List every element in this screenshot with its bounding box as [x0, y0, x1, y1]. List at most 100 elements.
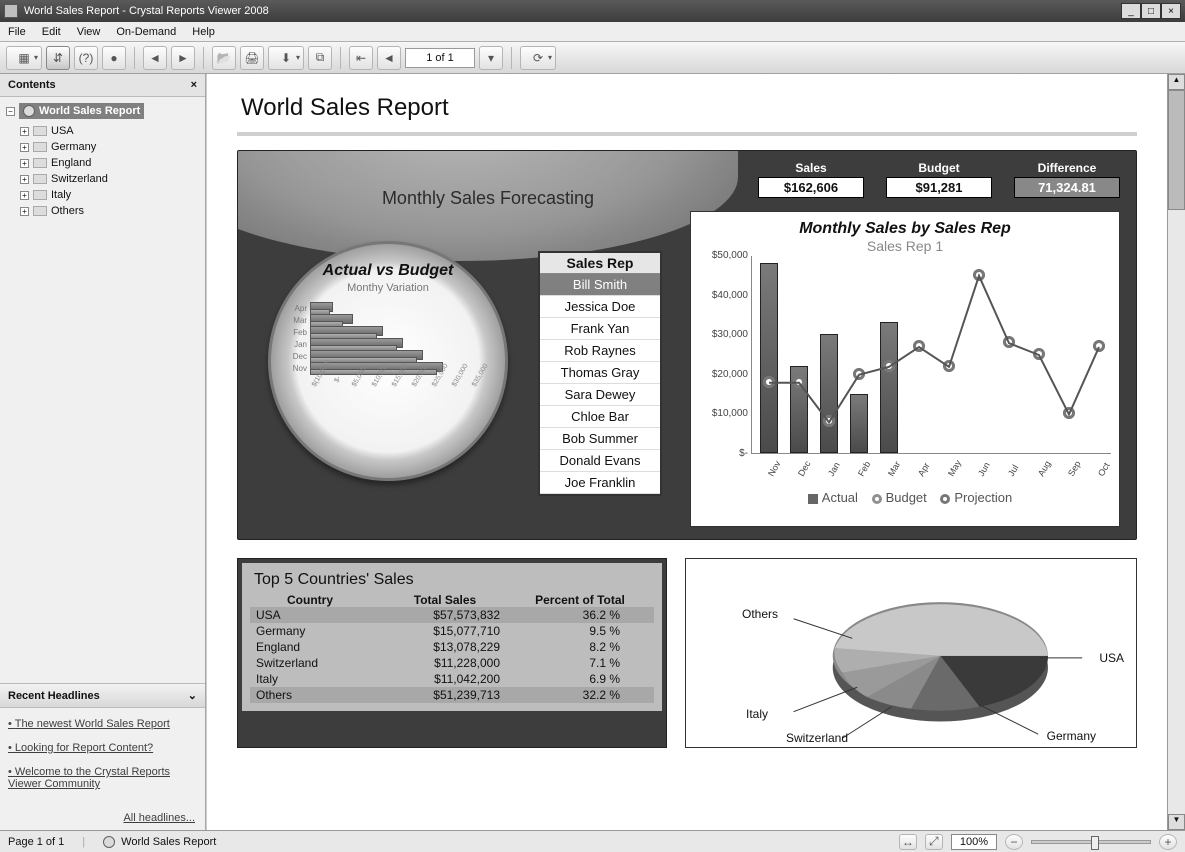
x-tick: Feb	[856, 460, 872, 478]
minimize-button[interactable]: _	[1121, 3, 1141, 19]
zoom-slider[interactable]	[1031, 840, 1151, 844]
toolbar-sep	[203, 47, 204, 69]
tool-page-dropdown[interactable]: ▾	[479, 46, 503, 70]
sales-rep-item[interactable]: Rob Raynes	[540, 340, 660, 362]
scroll-up-icon[interactable]: ▲	[1168, 74, 1185, 90]
expand-icon[interactable]: +	[20, 159, 29, 168]
flag-icon	[33, 126, 47, 136]
menu-file[interactable]: File	[0, 23, 34, 41]
tree-node[interactable]: +Germany	[20, 139, 199, 155]
menu-ondemand[interactable]: On-Demand	[108, 23, 184, 41]
table-row: Italy$11,042,2006.9 %	[250, 671, 654, 687]
close-button[interactable]: ×	[1161, 3, 1181, 19]
globe-icon	[23, 105, 35, 117]
tree-node[interactable]: +England	[20, 155, 199, 171]
tree-node[interactable]: + Switzerland	[20, 171, 199, 187]
kpi-diff-label: Difference	[1014, 161, 1120, 175]
flag-icon	[33, 142, 47, 152]
page-indicator[interactable]: 1 of 1	[405, 48, 475, 68]
zoom-out-button[interactable]: −	[1005, 834, 1023, 850]
sales-rep-item[interactable]: Frank Yan	[540, 318, 660, 340]
sales-rep-item[interactable]: Bob Summer	[540, 428, 660, 450]
tool-view-mode[interactable]: ▦	[6, 46, 42, 70]
legend-budget-swatch	[872, 494, 882, 504]
table-row: England$13,078,2298.2 %	[250, 639, 654, 655]
expand-icon[interactable]: +	[20, 207, 29, 216]
sales-rep-item[interactable]: Bill Smith	[540, 274, 660, 296]
sales-rep-header: Sales Rep	[540, 253, 660, 274]
tree-root[interactable]: World Sales Report	[19, 103, 144, 119]
toolbar: ▦ ⇵ (?) ● ◄ ► 📂 🖨 ⬇ ⧉ ⇤ ◄ 1 of 1 ▾ ⟳	[0, 42, 1185, 74]
tool-record[interactable]: ●	[102, 46, 126, 70]
chart-title: Monthly Sales by Sales Rep	[699, 220, 1111, 238]
zoom-in-button[interactable]: +	[1159, 834, 1177, 850]
sales-rep-item[interactable]: Sara Dewey	[540, 384, 660, 406]
toolbar-sep	[134, 47, 135, 69]
sales-rep-item[interactable]: Donald Evans	[540, 450, 660, 472]
sales-rep-item[interactable]: Thomas Gray	[540, 362, 660, 384]
tool-prev-page[interactable]: ◄	[377, 46, 401, 70]
zoom-value[interactable]: 100%	[951, 834, 997, 850]
flag-icon	[33, 158, 47, 168]
recent-panel: Recent Headlines ⌄ The newest World Sale…	[0, 683, 205, 830]
recent-title: Recent Headlines	[8, 690, 100, 702]
maximize-button[interactable]: □	[1141, 3, 1161, 19]
fit-width-button[interactable]: ↔	[899, 834, 917, 850]
chevron-down-icon[interactable]: ⌄	[188, 689, 197, 702]
tool-print[interactable]: 🖨	[240, 46, 264, 70]
sales-rep-item[interactable]: Jessica Doe	[540, 296, 660, 318]
zoom-slider-knob[interactable]	[1091, 836, 1099, 850]
pie-label-others: Others	[742, 607, 778, 621]
forecast-banner: Monthly Sales Forecasting	[237, 151, 738, 261]
x-tick: Nov	[766, 459, 783, 478]
scroll-down-icon[interactable]: ▼	[1168, 814, 1185, 830]
chart-subtitle: Sales Rep 1	[699, 238, 1111, 254]
scroll-thumb[interactable]	[1168, 90, 1185, 210]
tool-export[interactable]: ⬇	[268, 46, 304, 70]
x-tick: Jun	[976, 460, 992, 478]
x-tick: Oct	[1096, 461, 1112, 478]
menu-help[interactable]: Help	[184, 23, 223, 41]
tree-node-label: Switzerland	[51, 173, 108, 185]
tool-help[interactable]: (?)	[74, 46, 98, 70]
legend-actual: Actual	[822, 490, 858, 505]
tool-nav-back[interactable]: ◄	[143, 46, 167, 70]
tree-node[interactable]: +USA	[20, 123, 199, 139]
expand-icon[interactable]: +	[20, 127, 29, 136]
menu-edit[interactable]: Edit	[34, 23, 69, 41]
col-percent: Percent of Total	[520, 593, 640, 607]
table-row: Switzerland$11,228,0007.1 %	[250, 655, 654, 671]
report-viewer: World Sales Report Monthly Sales Forecas…	[206, 74, 1185, 830]
headline-link[interactable]: Welcome to the Crystal Reports Viewer Co…	[8, 766, 197, 790]
dashboard: Monthly Sales Forecasting Sales $162,606…	[237, 150, 1137, 540]
sidebar-close-icon[interactable]: ×	[191, 79, 197, 91]
expand-icon[interactable]: +	[20, 143, 29, 152]
x-tick: Apr	[916, 461, 932, 478]
tree-collapse-icon[interactable]: −	[6, 107, 15, 116]
fit-page-button[interactable]: ⤢	[925, 834, 943, 850]
expand-icon[interactable]: +	[20, 191, 29, 200]
tool-group-tree[interactable]: ⇵	[46, 46, 70, 70]
tree-node[interactable]: +Italy	[20, 187, 199, 203]
all-headlines-link[interactable]: All headlines...	[0, 812, 205, 830]
sales-rep-item[interactable]: Chloe Bar	[540, 406, 660, 428]
y-tick: $-	[698, 448, 748, 459]
kpi-budget-value: $91,281	[886, 177, 992, 198]
col-sales: Total Sales	[370, 593, 520, 607]
expand-icon[interactable]: +	[20, 175, 29, 184]
y-tick: $20,000	[698, 369, 748, 380]
tool-first-page[interactable]: ⇤	[349, 46, 373, 70]
menu-view[interactable]: View	[69, 23, 109, 41]
sales-rep-item[interactable]: Joe Franklin	[540, 472, 660, 494]
tree-node[interactable]: +Others	[20, 203, 199, 219]
legend-actual-swatch	[808, 494, 818, 504]
tool-refresh[interactable]: ⟳	[520, 46, 556, 70]
headline-link[interactable]: The newest World Sales Report	[8, 718, 197, 730]
menu-bar: File Edit View On-Demand Help	[0, 22, 1185, 42]
tool-nav-forward[interactable]: ►	[171, 46, 195, 70]
sidebar: Contents × − World Sales Report +USA+Ger…	[0, 74, 206, 830]
headline-link[interactable]: Looking for Report Content?	[8, 742, 197, 754]
tool-open[interactable]: 📂	[212, 46, 236, 70]
vertical-scrollbar[interactable]: ▲ ▼	[1167, 74, 1185, 830]
tool-copy[interactable]: ⧉	[308, 46, 332, 70]
